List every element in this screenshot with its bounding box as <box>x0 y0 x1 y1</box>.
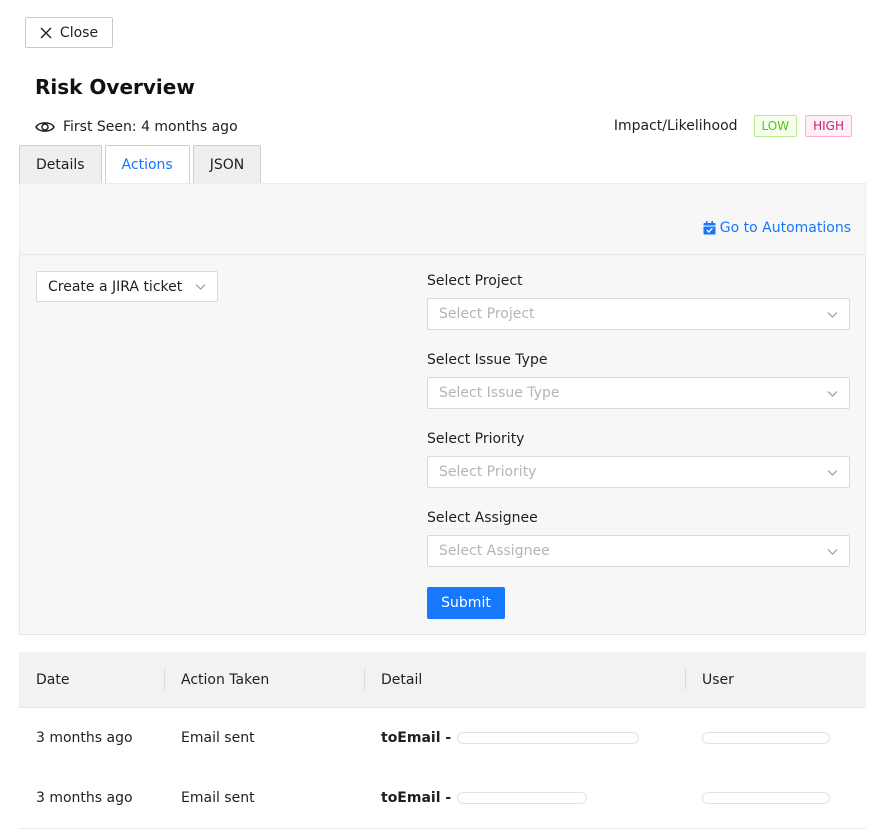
impact-label: Impact/Likelihood <box>613 118 738 134</box>
chevron-down-icon <box>827 390 838 397</box>
close-button[interactable]: Close <box>25 17 113 48</box>
chevron-down-icon <box>827 548 838 555</box>
table-row: 3 months ago Email sent toEmail - <box>19 768 866 829</box>
column-divider <box>364 668 365 690</box>
assignee-label: Select Assignee <box>427 510 538 526</box>
column-divider <box>685 668 686 690</box>
row-date: 3 months ago <box>36 790 133 806</box>
go-to-automations-label: Go to Automations <box>719 220 851 236</box>
first-seen-text: First Seen: 4 months ago <box>63 119 238 135</box>
issue-type-select[interactable]: Select Issue Type <box>427 377 850 409</box>
chevron-down-icon <box>827 311 838 318</box>
calendar-icon <box>703 221 716 235</box>
row-detail: toEmail - <box>381 768 588 828</box>
redacted-email <box>457 732 640 744</box>
chevron-down-icon <box>827 469 838 476</box>
column-header-detail[interactable]: Detail <box>381 652 422 707</box>
redacted-user <box>702 792 830 804</box>
low-badge: LOW <box>753 115 798 137</box>
project-label: Select Project <box>427 273 523 289</box>
detail-key: toEmail - <box>381 790 452 806</box>
column-header-date[interactable]: Date <box>36 652 69 707</box>
tab-json[interactable]: JSON <box>192 145 262 183</box>
issue-type-placeholder: Select Issue Type <box>439 385 560 401</box>
tab-actions[interactable]: Actions <box>104 145 190 184</box>
column-header-user[interactable]: User <box>702 652 734 707</box>
eye-icon <box>35 122 55 132</box>
actions-header-panel <box>19 183 866 254</box>
tab-bar: Details Actions JSON <box>19 145 262 184</box>
first-seen: First Seen: 4 months ago <box>35 119 238 135</box>
column-divider <box>164 668 165 690</box>
chevron-down-icon <box>195 284 206 290</box>
actions-table: Date Action Taken Detail User 3 months a… <box>19 652 866 829</box>
assignee-placeholder: Select Assignee <box>439 543 550 559</box>
action-type-select[interactable]: Create a JIRA ticket <box>36 271 218 302</box>
go-to-automations-link[interactable]: Go to Automations <box>703 220 851 236</box>
table-row: 3 months ago Email sent toEmail - <box>19 708 866 769</box>
project-placeholder: Select Project <box>439 306 535 322</box>
project-select[interactable]: Select Project <box>427 298 850 330</box>
impact-likelihood: Impact/Likelihood LOW HIGH <box>614 115 852 137</box>
detail-key: toEmail - <box>381 730 452 746</box>
priority-placeholder: Select Priority <box>439 464 537 480</box>
row-detail: toEmail - <box>381 708 640 768</box>
column-header-action[interactable]: Action Taken <box>181 652 269 707</box>
issue-type-label: Select Issue Type <box>427 352 548 368</box>
row-date: 3 months ago <box>36 730 133 746</box>
high-badge: HIGH <box>805 115 852 137</box>
row-action: Email sent <box>181 790 255 806</box>
redacted-email <box>457 792 588 804</box>
table-header: Date Action Taken Detail User <box>19 652 866 708</box>
redacted-user <box>702 732 830 744</box>
submit-button[interactable]: Submit <box>427 587 505 619</box>
close-label: Close <box>59 24 99 41</box>
close-icon <box>40 27 52 38</box>
priority-label: Select Priority <box>427 431 525 447</box>
row-user <box>702 708 830 768</box>
page-title: Risk Overview <box>35 75 195 99</box>
row-action: Email sent <box>181 730 255 746</box>
priority-select[interactable]: Select Priority <box>427 456 850 488</box>
row-user <box>702 768 830 828</box>
assignee-select[interactable]: Select Assignee <box>427 535 850 567</box>
action-type-value: Create a JIRA ticket <box>48 278 183 295</box>
tab-details[interactable]: Details <box>19 145 102 183</box>
